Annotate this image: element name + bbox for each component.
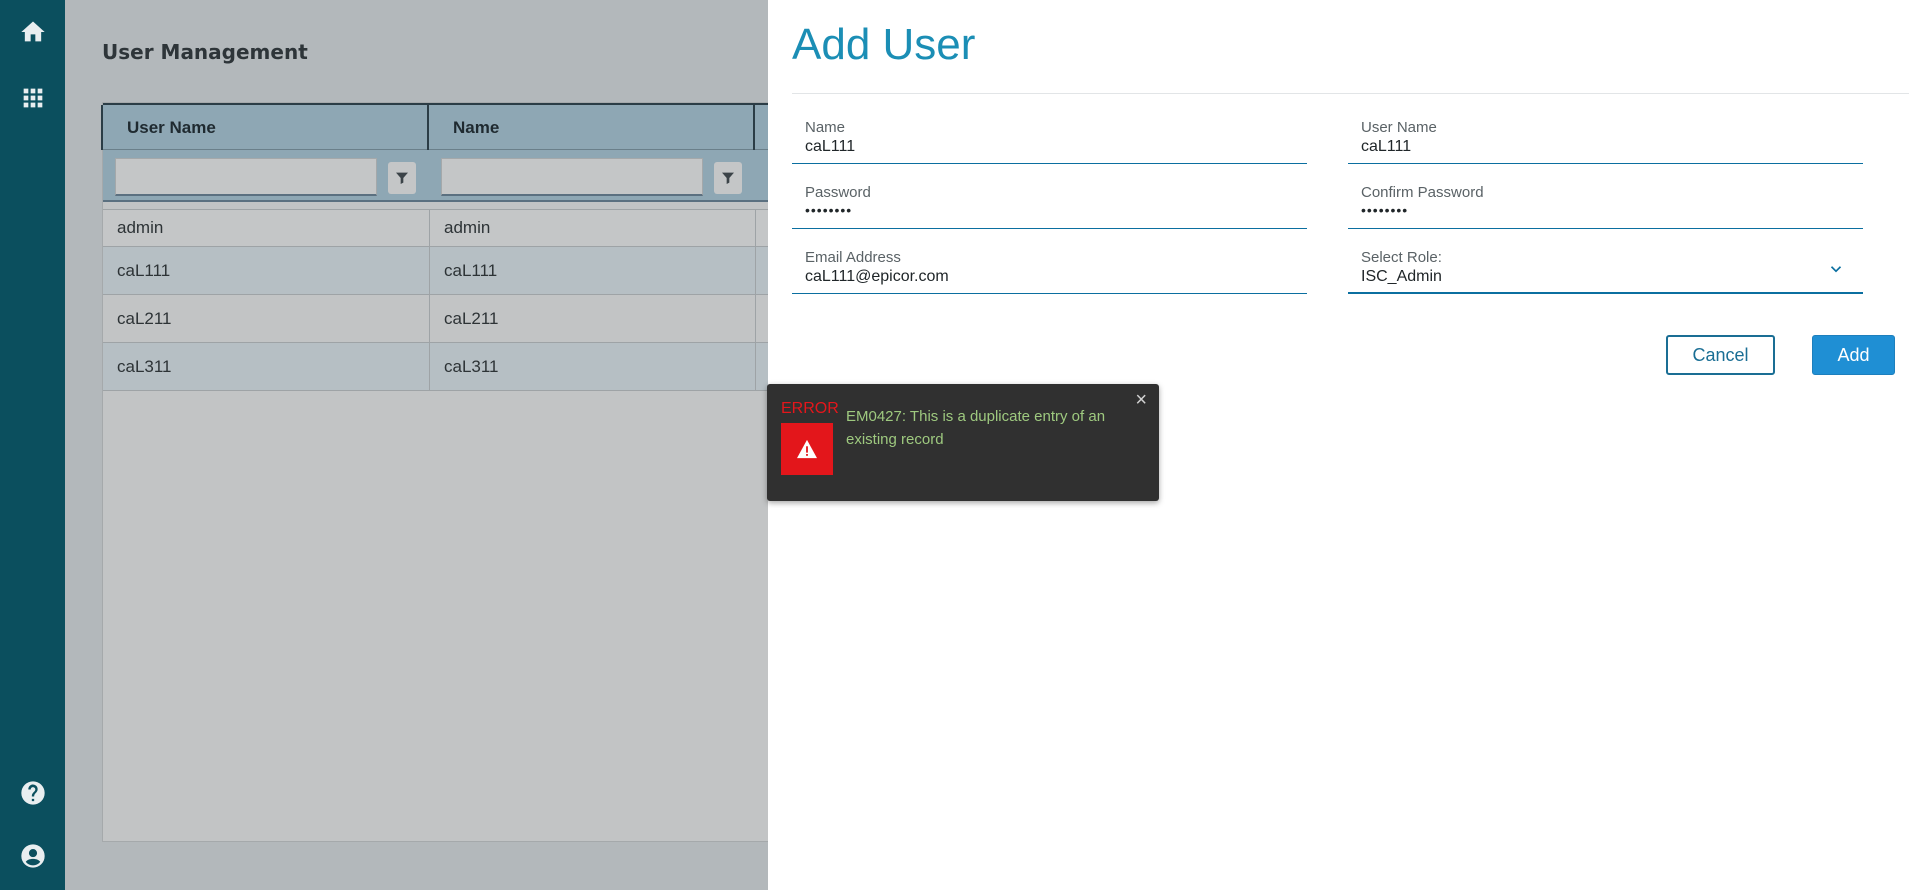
filter-cell-user-name: [103, 150, 427, 202]
cell-name: admin: [429, 210, 755, 246]
email-field-label: Email Address: [805, 249, 901, 266]
table-row[interactable]: caL111 caL111: [103, 247, 801, 295]
filter-icon[interactable]: [714, 162, 742, 194]
grid-header: User Name Name: [101, 103, 801, 150]
account-icon[interactable]: [17, 840, 49, 872]
table-row[interactable]: admin admin: [103, 209, 801, 247]
name-filter-input[interactable]: [441, 158, 703, 196]
cell-name: caL311: [429, 343, 755, 390]
role-select-value[interactable]: ISC_Admin: [1361, 268, 1442, 286]
page-title: User Management: [102, 40, 308, 64]
home-icon[interactable]: [17, 16, 49, 48]
confirm-password-field[interactable]: Confirm Password ••••••••: [1348, 175, 1863, 229]
cell-name: caL211: [429, 295, 755, 342]
toast-type-label: ERROR: [781, 400, 839, 417]
email-field-value[interactable]: caL111@epicor.com: [805, 268, 949, 286]
user-name-filter-input[interactable]: [115, 158, 377, 196]
password-field-value[interactable]: ••••••••: [805, 202, 852, 218]
role-select[interactable]: Select Role: ISC_Admin: [1348, 240, 1863, 294]
cell-name: caL111: [429, 247, 755, 294]
drawer-title: Add User: [792, 20, 976, 69]
email-field[interactable]: Email Address caL111@epicor.com: [792, 240, 1307, 294]
username-field[interactable]: User Name caL111: [1348, 110, 1863, 164]
role-select-label: Select Role:: [1361, 249, 1442, 266]
username-field-value[interactable]: caL111: [1361, 138, 1411, 156]
add-button[interactable]: Add: [1812, 335, 1895, 375]
warning-icon: [781, 423, 833, 475]
filter-cell-name: [429, 150, 753, 202]
close-icon[interactable]: ×: [1135, 390, 1147, 410]
help-icon[interactable]: [17, 777, 49, 809]
toast-message: EM0427: This is a duplicate entry of an …: [846, 408, 1106, 448]
drawer-divider: [792, 93, 1909, 94]
table-row[interactable]: caL211 caL211: [103, 295, 801, 343]
cancel-button[interactable]: Cancel: [1666, 335, 1775, 375]
filter-row: [103, 150, 801, 202]
password-field-label: Password: [805, 184, 871, 201]
chevron-down-icon[interactable]: [1827, 260, 1845, 278]
table-row[interactable]: caL311 caL311: [103, 343, 801, 391]
password-field[interactable]: Password ••••••••: [792, 175, 1307, 229]
grid-rows: admin admin caL111 caL111 caL211 caL211 …: [103, 209, 801, 391]
column-header-user-name[interactable]: User Name: [101, 105, 427, 150]
cell-user-name: caL311: [117, 356, 172, 376]
filter-icon[interactable]: [388, 162, 416, 194]
confirm-password-field-value[interactable]: ••••••••: [1361, 202, 1408, 218]
name-field-label: Name: [805, 119, 846, 136]
name-field-value[interactable]: caL111: [805, 138, 855, 156]
cell-user-name: admin: [117, 218, 164, 237]
name-field[interactable]: Name caL111: [792, 110, 1307, 164]
error-toast: ERROR EM0427: This is a duplicate entry …: [767, 384, 1159, 501]
username-field-label: User Name: [1361, 119, 1437, 136]
users-grid: User Name Name admin admin caL111 caL111: [101, 102, 802, 842]
column-header-name[interactable]: Name: [427, 105, 753, 150]
left-nav-rail: [0, 0, 65, 890]
apps-grid-icon[interactable]: [17, 82, 49, 114]
confirm-password-field-label: Confirm Password: [1361, 184, 1484, 201]
cell-user-name: caL111: [117, 260, 171, 280]
cell-user-name: caL211: [117, 308, 172, 328]
